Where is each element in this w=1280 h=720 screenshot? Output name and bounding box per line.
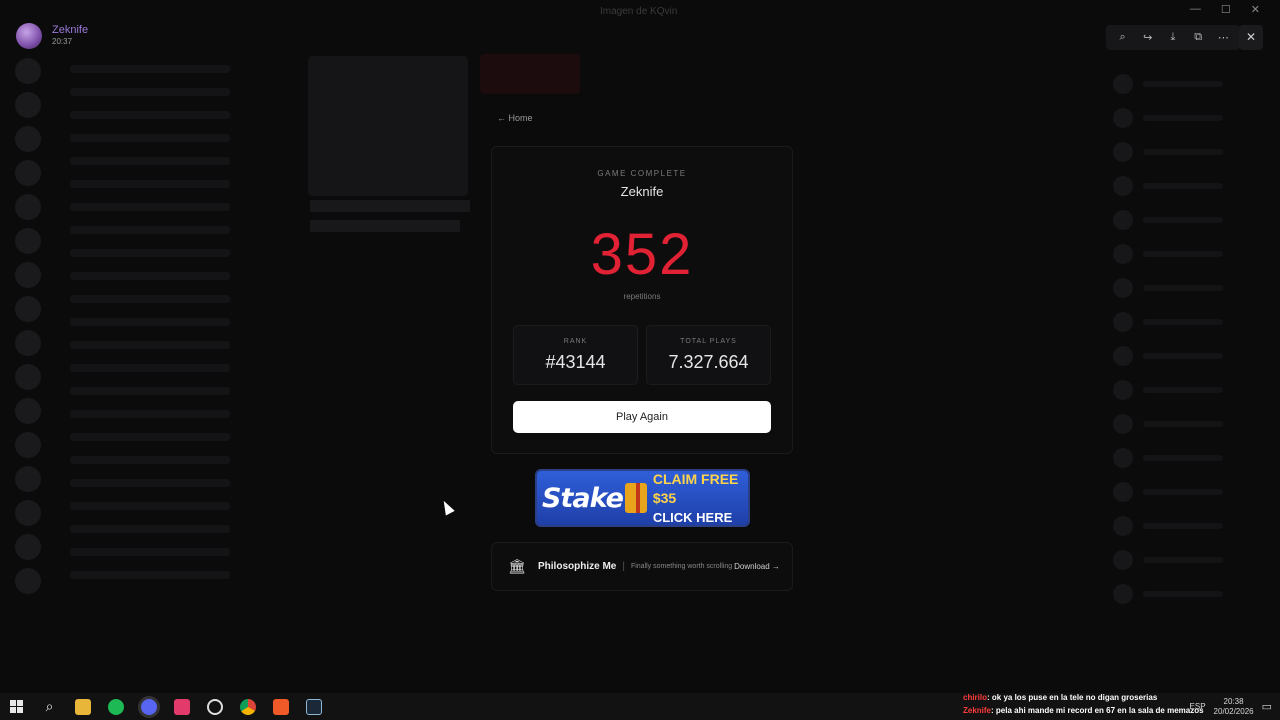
window-controls: — ☐ ✕ [1190, 3, 1260, 16]
separator: | [622, 561, 625, 572]
server-icon [15, 194, 41, 220]
game-result-card: GAME COMPLETE Zeknife 352 repetitions RA… [491, 146, 793, 454]
post-time: 20:37 [52, 37, 73, 46]
chrome-icon [239, 698, 256, 715]
clock-time: 20:38 [1223, 696, 1244, 706]
promo-cta: CLICK HERE [652, 509, 733, 525]
more-icon[interactable]: ⋯ [1215, 31, 1231, 44]
image-author[interactable]: Zeknife 20:37 [16, 23, 88, 49]
member-list [1105, 60, 1280, 680]
taskbar-tiktok[interactable] [165, 693, 198, 720]
rank-label: RANK [563, 338, 588, 345]
search-icon: ⌕ [45, 698, 54, 714]
sponsor-name: Philosophize Me [538, 561, 617, 572]
promo-claim: CLAIM FREE $35 [652, 471, 739, 506]
spotify-icon [107, 698, 124, 715]
notification-icon[interactable]: ▭ [1262, 700, 1272, 713]
taskbar-discord[interactable] [132, 693, 165, 720]
taskbar-obs[interactable] [198, 693, 231, 720]
language-indicator[interactable]: ESP [1190, 702, 1206, 711]
chat-text: : ok ya los puse en la tele no digan gro… [987, 693, 1158, 702]
server-icon [15, 398, 41, 424]
stream-chat-overlay: chirilo: ok ya los puse en la tele no di… [963, 691, 1204, 717]
total-plays-stat: TOTAL PLAYS 7.327.664 [646, 325, 771, 385]
promo-brand: Stake [542, 482, 624, 514]
zoom-in-icon[interactable]: ⌕ [1115, 31, 1131, 44]
channel-list [60, 50, 240, 690]
taskbar-explorer[interactable] [66, 693, 99, 720]
player-name: Zeknife [620, 184, 664, 199]
rank-value: #43144 [545, 352, 606, 372]
gift-icon [624, 483, 647, 513]
image-viewer-toolbar: ⌕ ↪ ⤓ ⧉ ⋯ [1106, 25, 1240, 50]
search-button[interactable]: ⌕ [33, 693, 66, 720]
taskbar-chrome[interactable] [231, 693, 264, 720]
server-icon [15, 534, 41, 560]
brave-icon [272, 698, 289, 715]
chat-user: chirilo [963, 693, 988, 702]
server-icon [15, 500, 41, 526]
forward-icon[interactable]: ↪ [1140, 31, 1156, 44]
taskbar-brave[interactable] [264, 693, 297, 720]
folder-icon [74, 698, 91, 715]
maximize-button[interactable]: ☐ [1221, 3, 1231, 16]
home-link[interactable]: ← Home [497, 113, 533, 123]
windows-icon [10, 700, 23, 713]
clock[interactable]: 20:38 20/02/2026 [1214, 697, 1254, 717]
promo-banner[interactable]: Stake CLAIM FREE $35 CLICK HERE [537, 471, 748, 525]
system-tray: ESP 20:38 20/02/2026 ▭ [1190, 693, 1272, 720]
sponsor-card[interactable]: 🏛 Philosophize Me | Finally something wo… [491, 542, 793, 591]
close-icon[interactable]: ✕ [1239, 25, 1263, 50]
server-icon [15, 330, 41, 356]
play-again-button[interactable]: Play Again [513, 401, 771, 433]
sponsor-tagline: Finally something worth scrolling [630, 563, 733, 570]
server-icon [15, 364, 41, 390]
minimize-button[interactable]: — [1190, 3, 1201, 16]
rank-stat: RANK #43144 [513, 325, 638, 385]
game-status: GAME COMPLETE [597, 169, 687, 178]
server-list [0, 50, 56, 690]
total-plays-value: 7.327.664 [668, 352, 749, 372]
start-button[interactable] [0, 693, 33, 720]
server-icon [15, 126, 41, 152]
download-icon[interactable]: ⤓ [1165, 31, 1181, 44]
score-value: 352 [590, 222, 694, 287]
score-label: repetitions [623, 292, 661, 301]
server-icon [15, 92, 41, 118]
chat-text: : pela ahi mande mi record en 67 en la s… [991, 706, 1204, 715]
author-name[interactable]: Zeknife [52, 24, 88, 36]
steam-icon [305, 698, 322, 715]
total-plays-label: TOTAL PLAYS [680, 338, 737, 345]
discord-icon [140, 698, 157, 715]
temple-icon: 🏛 [508, 558, 526, 574]
window-title: Imagen de KQvin [600, 6, 678, 17]
obs-icon [206, 698, 223, 715]
server-icon [15, 568, 41, 594]
open-external-icon[interactable]: ⧉ [1190, 31, 1206, 44]
server-icon [15, 160, 41, 186]
clock-date: 20/02/2026 [1213, 706, 1254, 716]
server-icon [15, 296, 41, 322]
tiktok-icon [173, 698, 190, 715]
server-icon [15, 432, 41, 458]
chat-message: Zeknife: pela ahi mande mi record en 67 … [963, 704, 1204, 717]
download-link[interactable]: Download → [734, 562, 780, 571]
server-icon [15, 466, 41, 492]
taskbar-steam[interactable] [297, 693, 330, 720]
window-close-button[interactable]: ✕ [1251, 3, 1260, 16]
server-icon [15, 228, 41, 254]
avatar[interactable] [16, 23, 42, 49]
taskbar-spotify[interactable] [99, 693, 132, 720]
server-icon [15, 58, 41, 84]
chat-user: Zeknife [963, 706, 992, 715]
chat-message: chirilo: ok ya los puse en la tele no di… [963, 691, 1204, 704]
server-icon [15, 262, 41, 288]
